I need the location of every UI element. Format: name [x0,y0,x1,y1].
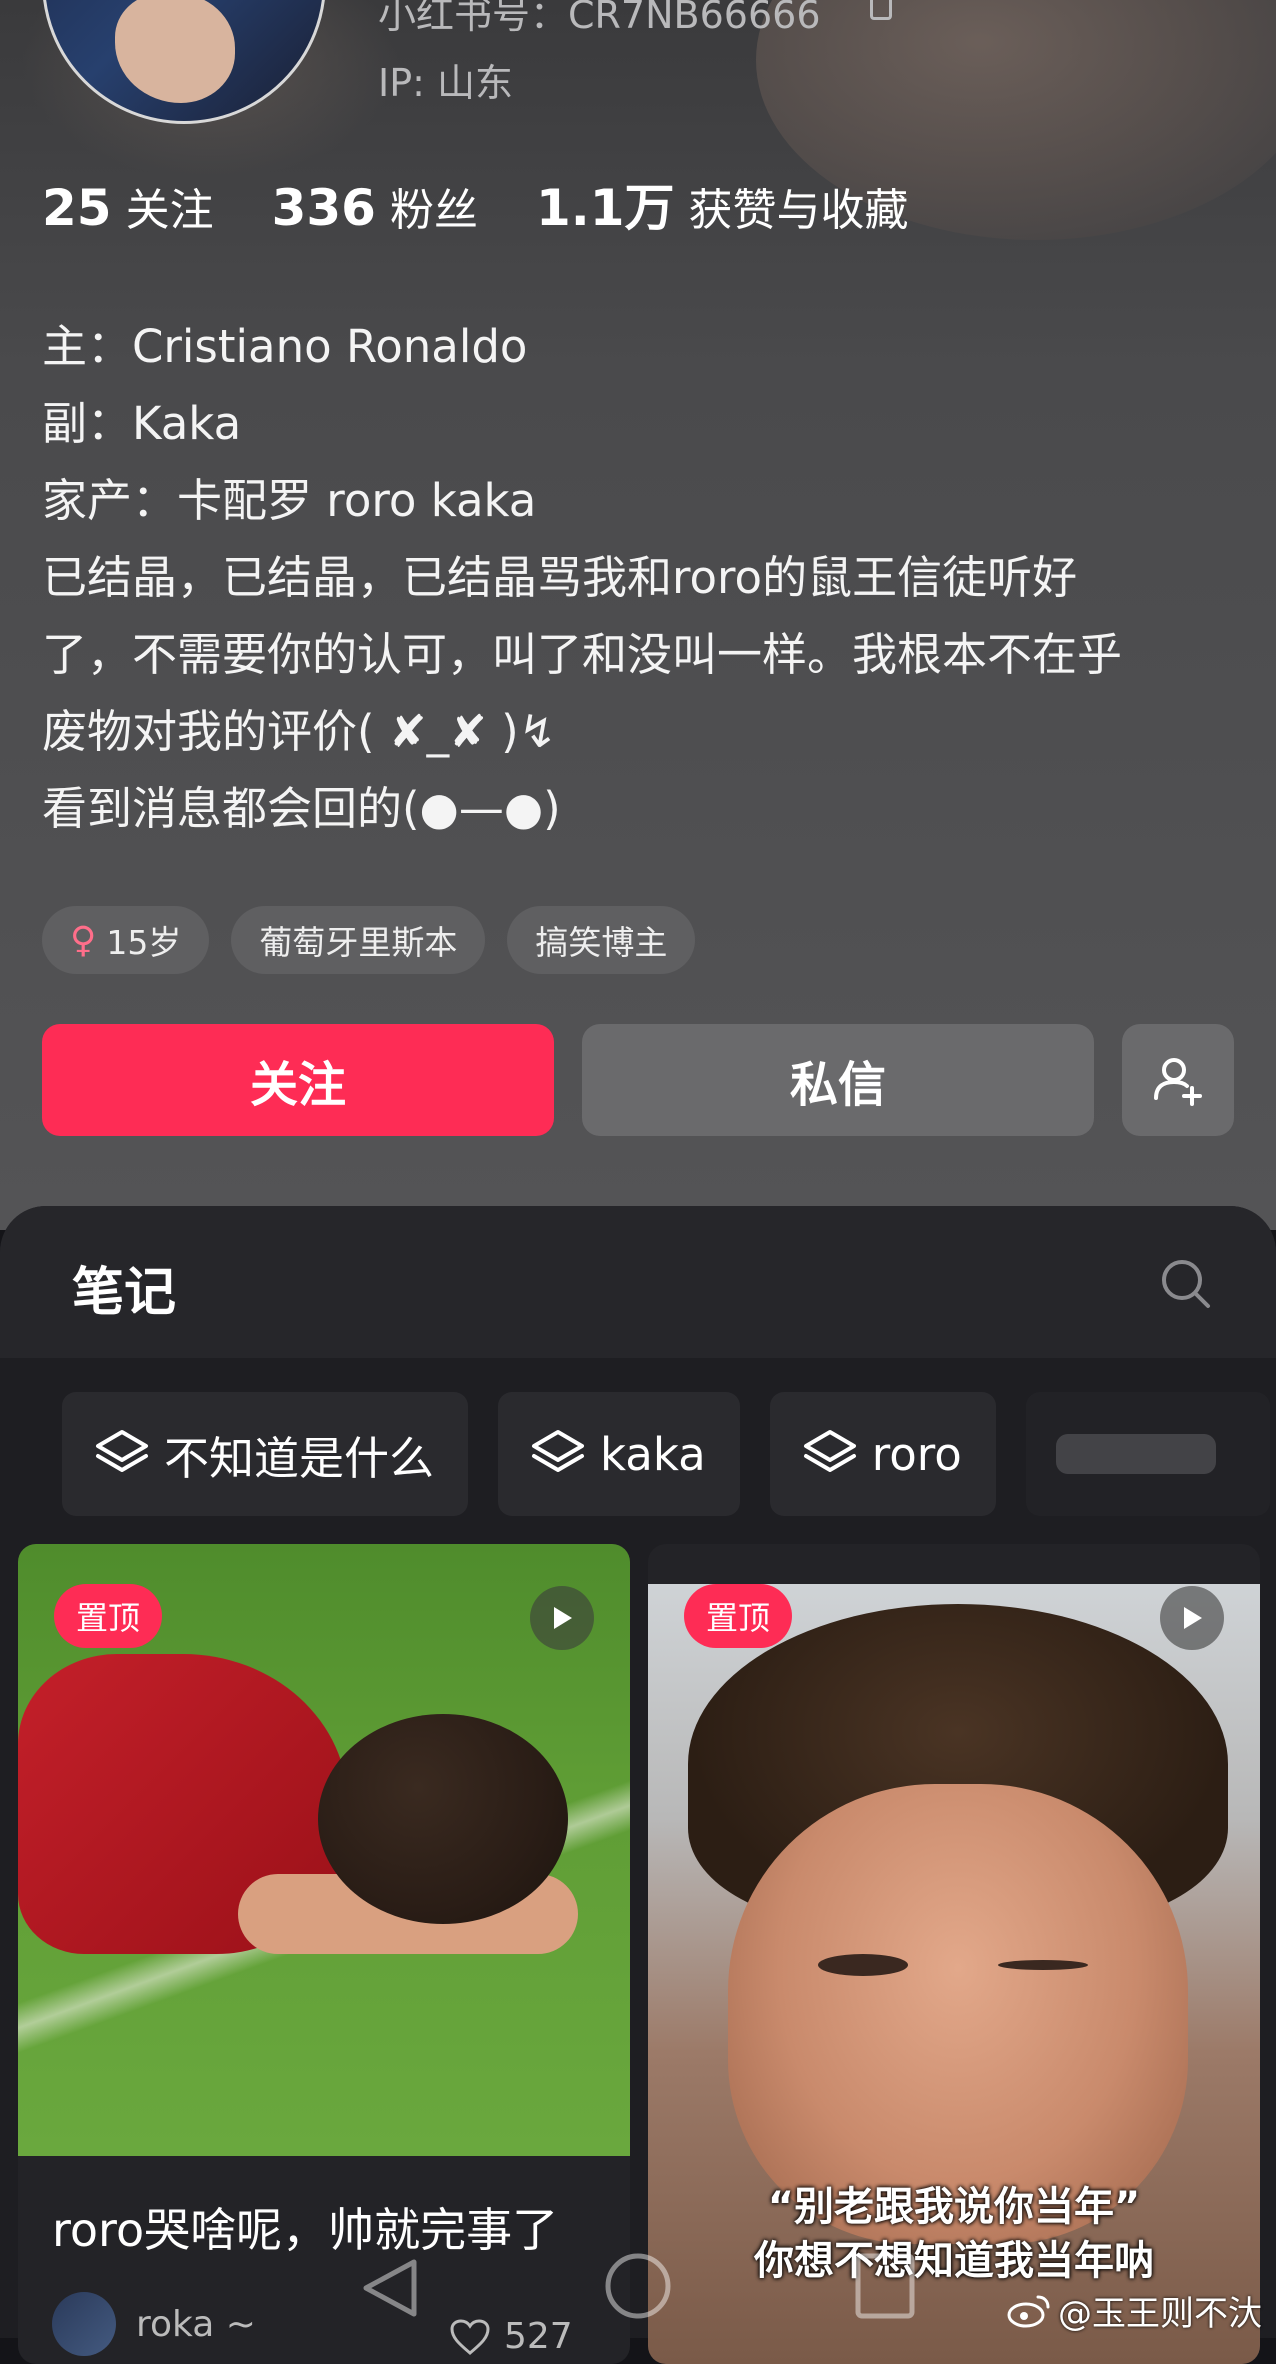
profile-tags: ♀ 15岁 葡萄牙里斯本 搞笑博主 [42,906,717,974]
album-item[interactable]: roro [769,1392,996,1516]
pinned-badge: 置顶 [54,1584,163,1648]
layers-icon [803,1430,856,1472]
rednote-id: 小红书号：CR7NB66666 [378,0,821,37]
profile-header: 小红书号：CR7NB66666 IP: 山东 25 关注 336 粉丝 1.1万… [0,0,1276,1230]
stat-following[interactable]: 25 关注 [42,174,214,238]
notes-header: 笔记 [0,1206,1276,1358]
stat-label: 获赞与收藏 [688,185,909,236]
tag-category: 搞笑博主 [507,906,696,974]
recents-icon [855,2253,915,2319]
ip-location: IP: 山东 [378,61,514,105]
pinned-badge: 置顶 [684,1584,793,1648]
tag-label: 葡萄牙里斯本 [259,923,458,962]
album-label: kaka [600,1427,706,1481]
tag-label: 搞笑博主 [535,923,668,962]
cover-head [318,1714,568,1924]
tab-notes[interactable]: 笔记 [72,1250,176,1325]
cover-eye [818,1954,908,1976]
album-label-blurred [1055,1434,1216,1474]
search-button[interactable] [1156,1254,1216,1314]
bio-line: 主：Cristiano Ronaldo [42,320,528,373]
message-button[interactable]: 私信 [582,1024,1094,1136]
bio: 主：Cristiano Ronaldo 副：Kaka 家产：卡配罗 roro k… [42,308,1242,847]
bio-line: 看到消息都会回的(●—●) [42,782,561,835]
album-list: 不知道是什么 kaka roro [62,1392,1276,1516]
play-icon [530,1586,594,1650]
back-icon [363,2259,417,2317]
stat-followers[interactable]: 336 粉丝 [272,174,478,238]
bio-line: 家产：卡配罗 roro kaka [42,474,537,527]
stat-likes-collects[interactable]: 1.1万 获赞与收藏 [536,168,909,240]
avatar-hand [115,0,235,103]
stat-value: 25 [42,179,112,237]
album-item[interactable]: 不知道是什么 [62,1392,469,1516]
profile-stats: 25 关注 336 粉丝 1.1万 获赞与收藏 [42,168,967,240]
layers-icon [532,1430,585,1472]
album-item[interactable]: kaka [498,1392,740,1516]
add-user-icon [1154,1058,1202,1106]
bio-line: 已结晶，已结晶，已结晶骂我和roro的鼠王信徒听好 [42,551,1078,604]
bio-line: 废物对我的评价( ✘_✘ )↯ [42,705,557,758]
album-label: 不知道是什么 [164,1431,435,1485]
watermark: @玉王则不汏 [1006,2286,1262,2335]
note-card[interactable]: 置顶 “别老跟我说你当年” 你想不想知道我当年呐 [648,1544,1260,2364]
play-icon [1160,1586,1224,1650]
tag-label: 15岁 [106,923,182,962]
follow-button[interactable]: 关注 [42,1024,554,1136]
stat-label: 粉丝 [389,185,478,236]
add-friend-button[interactable] [1122,1024,1234,1136]
tag-location: 葡萄牙里斯本 [231,906,486,974]
stat-value: 1.1万 [535,179,675,237]
tag-age: ♀ 15岁 [42,906,210,974]
female-icon: ♀ [70,919,97,961]
album-label: roro [871,1427,962,1481]
watermark-text: @玉王则不汏 [1058,2294,1262,2334]
home-icon [605,2253,671,2319]
copy-icon[interactable] [870,0,892,20]
video-caption: “别老跟我说你当年” [767,2184,1141,2230]
weibo-icon [1007,2295,1050,2327]
bio-line: 副：Kaka [42,397,242,450]
note-card[interactable]: 置顶 roro哭啥呢，帅就完事了 roka ~ [18,1544,630,2364]
stat-value: 336 [271,179,376,237]
album-item-partial[interactable] [1025,1392,1270,1516]
search-icon [1162,1260,1210,1308]
bio-line: 了，不需要你的认可，叫了和没叫一样。我根本不在乎 [42,628,1123,681]
layers-icon [96,1430,148,1472]
stat-label: 关注 [125,185,214,236]
cover-eye [998,1960,1088,1970]
